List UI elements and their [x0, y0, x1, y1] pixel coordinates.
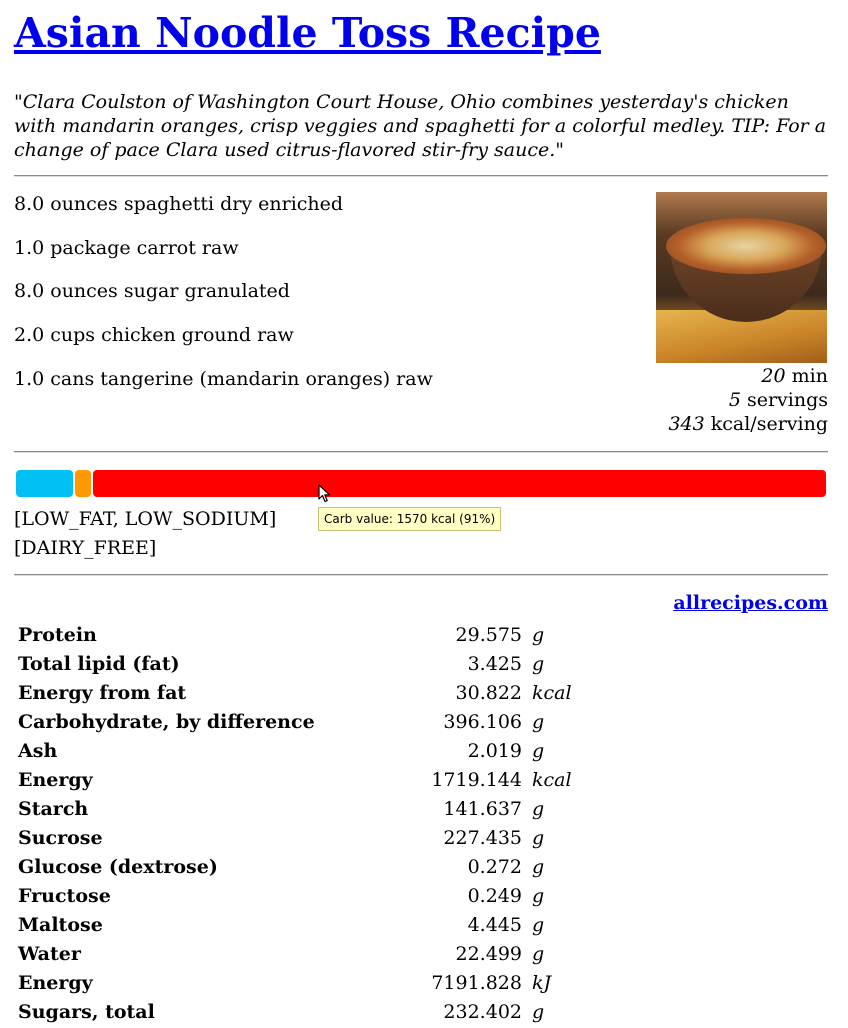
nutrient-name: Water — [18, 943, 81, 965]
nutrient-name: Energy — [18, 769, 93, 791]
nutrient-name: Energy — [18, 972, 93, 994]
nutrient-row: Fructose 0.249 g — [16, 882, 594, 911]
ingredient-item: 1.0 cans tangerine (mandarin oranges) ra… — [14, 367, 433, 390]
nutrient-row: Ash 2.019 g — [16, 737, 594, 766]
nutrition-table: Protein 29.575 g Total lipid (fat) 3.425 g E… — [16, 621, 594, 1027]
nutrient-name: Sugars, total — [18, 1001, 155, 1023]
recipe-title-link[interactable]: Asian Noodle Toss Recipe — [14, 8, 601, 58]
nutrient-value: 1719.144 — [431, 769, 522, 791]
kcal-value: 343 — [668, 413, 705, 435]
recipe-description: "Clara Coulston of Washington Court Hous… — [14, 91, 827, 161]
nutrient-name: Maltose — [18, 914, 103, 936]
prep-time: 20 min — [668, 364, 828, 388]
diet-labels: [LOW_FAT, LOW_SODIUM] [DAIRY_FREE] — [14, 505, 276, 563]
nutrient-value: 2.019 — [467, 740, 522, 762]
nutrient-row: Energy 7191.828 kJ — [16, 969, 594, 998]
nutrient-value: 4.445 — [467, 914, 522, 936]
servings-unit: servings — [746, 389, 828, 411]
nutrient-value: 227.435 — [443, 827, 522, 849]
nutrient-unit: g — [532, 856, 545, 878]
nutrient-name: Energy from fat — [18, 682, 187, 704]
divider — [14, 451, 828, 453]
nutrient-row: Starch 141.637 g — [16, 795, 594, 824]
ingredient-list: 8.0 ounces spaghetti dry enriched 1.0 pa… — [14, 190, 433, 408]
energy-breakdown-bar — [16, 470, 826, 497]
nutrient-value: 141.637 — [443, 798, 522, 820]
ingredient-item: 8.0 ounces sugar granulated — [14, 280, 290, 303]
nutrient-unit: g — [532, 624, 545, 646]
servings: 5 servings — [668, 388, 828, 412]
nutrient-unit: g — [532, 1001, 545, 1023]
nutrient-row: Energy from fat 30.822 kcal — [16, 679, 594, 708]
nutrient-name: Starch — [18, 798, 89, 820]
ingredient-item: 1.0 package carrot raw — [14, 236, 239, 259]
carb-segment[interactable] — [93, 470, 826, 497]
nutrient-row: Protein 29.575 g — [16, 621, 594, 650]
nutrient-row: Carbohydrate, by difference 396.106 g — [16, 708, 594, 737]
nutrient-name: Glucose (dextrose) — [18, 856, 218, 878]
diet-label-line: [DAIRY_FREE] — [14, 537, 157, 559]
nutrient-value: 0.249 — [467, 885, 522, 907]
nutrient-name: Ash — [18, 740, 58, 762]
nutrient-unit: g — [532, 653, 545, 675]
mouse-cursor-icon — [318, 484, 331, 503]
prep-time-unit: min — [791, 365, 828, 387]
nutrient-name: Carbohydrate, by difference — [18, 711, 315, 733]
nutrient-value: 0.272 — [467, 856, 522, 878]
nutrient-row: Water 22.499 g — [16, 940, 594, 969]
nutrient-value: 3.425 — [467, 653, 522, 675]
nutrient-unit: kJ — [532, 972, 552, 994]
nutrient-row: Total lipid (fat) 3.425 g — [16, 650, 594, 679]
nutrient-unit: g — [532, 711, 545, 733]
nutrient-value: 232.402 — [443, 1001, 522, 1023]
nutrient-value: 7191.828 — [431, 972, 522, 994]
recipe-photo — [656, 192, 827, 363]
nutrient-row: Energy 1719.144 kcal — [16, 766, 594, 795]
nutrient-unit: g — [532, 943, 545, 965]
kcal-unit: kcal/serving — [710, 413, 828, 435]
nutrient-unit: g — [532, 740, 545, 762]
source-link[interactable]: allrecipes.com — [673, 590, 828, 616]
nutrient-unit: g — [532, 798, 545, 820]
recipe-page: Asian Noodle Toss Recipe "Clara Coulston… — [0, 0, 848, 1028]
prep-time-value: 20 — [761, 365, 786, 387]
nutrient-row: Glucose (dextrose) 0.272 g — [16, 853, 594, 882]
nutrient-row: Maltose 4.445 g — [16, 911, 594, 940]
nutrient-name: Sucrose — [18, 827, 103, 849]
nutrient-value: 29.575 — [455, 624, 522, 646]
nutrient-unit: g — [532, 827, 545, 849]
nutrient-name: Total lipid (fat) — [18, 653, 180, 675]
calories-per-serving: 343 kcal/serving — [668, 412, 828, 436]
nutrient-value: 30.822 — [455, 682, 522, 704]
ingredient-item: 2.0 cups chicken ground raw — [14, 324, 294, 347]
nutrient-unit: g — [532, 914, 545, 936]
carb-tooltip: Carb value: 1570 kcal (91%) — [318, 507, 502, 531]
photo-noodles — [666, 218, 826, 274]
divider — [14, 574, 828, 576]
nutrient-name: Fructose — [18, 885, 111, 907]
servings-value: 5 — [728, 389, 741, 411]
nutrient-unit: g — [532, 885, 545, 907]
nutrient-row: Sugars, total 232.402 g — [16, 998, 594, 1027]
nutrient-unit: kcal — [532, 769, 572, 791]
recipe-meta: 20 min 5 servings 343 kcal/serving — [668, 364, 828, 436]
divider — [14, 175, 828, 177]
nutrient-unit: kcal — [532, 682, 572, 704]
diet-label-line: [LOW_FAT, LOW_SODIUM] — [14, 508, 277, 530]
nutrient-value: 396.106 — [443, 711, 522, 733]
nutrient-name: Protein — [18, 624, 97, 646]
nutrient-row: Sucrose 227.435 g — [16, 824, 594, 853]
nutrient-value: 22.499 — [455, 943, 522, 965]
fat-segment[interactable] — [75, 470, 91, 497]
protein-segment[interactable] — [16, 470, 73, 497]
ingredient-item: 8.0 ounces spaghetti dry enriched — [14, 193, 344, 215]
